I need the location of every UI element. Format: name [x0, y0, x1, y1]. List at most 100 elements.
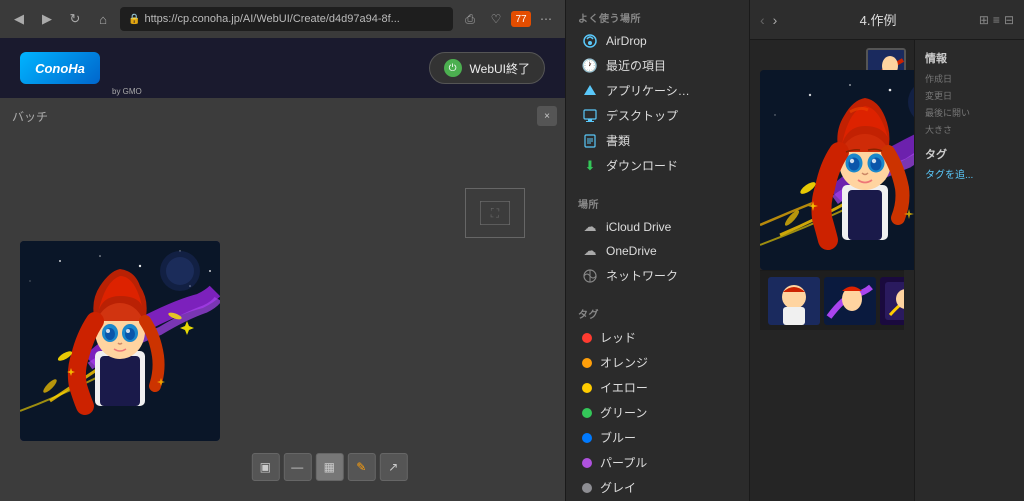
download-icon: ⬇	[582, 158, 598, 174]
apps-icon	[582, 83, 598, 99]
conoha-logo: ConoHa	[20, 52, 100, 84]
screenshare-icon[interactable]: ⎙	[459, 8, 481, 30]
sidebar-tag-blue[interactable]: ブルー	[570, 425, 745, 450]
finder-forward-button[interactable]: ›	[773, 12, 778, 28]
tool-arrow[interactable]: ↗	[379, 453, 407, 481]
tag-dot-red	[582, 333, 592, 343]
docs-icon	[582, 133, 598, 149]
info-panel: 情報 作成日 変更日 最後に開い 大きさ タグ タグを追...	[914, 40, 1024, 501]
finder-back-button[interactable]: ‹	[760, 12, 765, 28]
network-label: ネットワーク	[606, 267, 678, 284]
tags-section-label: タグ	[566, 296, 749, 325]
onedrive-label: OneDrive	[606, 244, 657, 258]
tool-select[interactable]: ▣	[251, 453, 279, 481]
tag-section-title: タグ	[925, 146, 1014, 162]
thumbnail-strip: ↺ 反時計回り	[760, 270, 904, 330]
sidebar-item-downloads[interactable]: ⬇ ダウンロード	[570, 153, 745, 178]
sidebar-item-icloud[interactable]: ☁ iCloud Drive	[570, 215, 745, 239]
apps-label: アプリケーシ…	[606, 82, 690, 99]
webui-button[interactable]: ⏻ WebUI終了	[429, 52, 545, 84]
downloads-label: ダウンロード	[606, 157, 678, 174]
lastopen-label: 最後に開い	[925, 106, 1014, 119]
docs-label: 書類	[606, 132, 630, 149]
back-button[interactable]: ◀	[8, 8, 30, 30]
finder-content-area: ↺ 反時計回り 情報 作成日 変更日 最後に開い 大きさ タグ タグを追...	[750, 40, 1024, 501]
finder-right-toolbar: ‹ › 4.作例 ⊞ ≡ ⊟	[750, 0, 1024, 40]
tool-grid[interactable]: ▦	[315, 453, 343, 481]
svg-text:⛶: ⛶	[490, 206, 500, 220]
onedrive-icon: ☁	[582, 243, 598, 259]
tag-green-label: グリーン	[600, 404, 647, 421]
browser-window: ◀ ▶ ↻ ⌂ 🔒 https://cp.conoha.jp/AI/WebUI/…	[0, 0, 565, 501]
extensions-icon[interactable]: 77	[511, 11, 531, 27]
refresh-button[interactable]: ↻	[64, 8, 86, 30]
tag-yellow-label: イエロー	[600, 379, 648, 396]
sidebar-tag-gray[interactable]: グレイ	[570, 475, 745, 500]
modified-label: 変更日	[925, 89, 1014, 102]
sidebar-item-desktop[interactable]: デスクトップ	[570, 103, 745, 128]
desktop-icon	[582, 108, 598, 124]
locations-section-label: 場所	[566, 186, 749, 215]
canvas-label: バッチ	[12, 108, 48, 125]
network-icon	[582, 268, 598, 284]
anime-illustration	[20, 241, 220, 441]
airdrop-label: AirDrop	[606, 34, 647, 48]
sidebar-item-network[interactable]: ネットワーク	[570, 263, 745, 288]
favorites-section-label: よく使う場所	[566, 0, 749, 29]
view-icon-btn[interactable]: ⊞	[979, 13, 989, 27]
tag-dot-yellow	[582, 383, 592, 393]
tag-orange-label: オレンジ	[600, 354, 648, 371]
icloud-icon: ☁	[582, 219, 598, 235]
canvas-toolbar: ▣ — ▦ ✎ ↗	[251, 453, 407, 481]
canvas-main-image	[20, 241, 220, 441]
close-canvas-button[interactable]: ×	[537, 106, 557, 126]
address-bar[interactable]: 🔒 https://cp.conoha.jp/AI/WebUI/Create/d…	[120, 7, 453, 31]
sidebar-item-airdrop[interactable]: AirDrop	[570, 29, 745, 53]
tag-dot-purple	[582, 458, 592, 468]
webui-label: WebUI終了	[470, 60, 530, 77]
tag-gray-label: グレイ	[600, 479, 636, 496]
tag-dot-orange	[582, 358, 592, 368]
thumbnail-1[interactable]	[768, 277, 820, 325]
icloud-label: iCloud Drive	[606, 220, 671, 234]
image-placeholder-icon: ⛶	[465, 188, 525, 238]
info-panel-title: 情報	[925, 50, 1014, 66]
sidebar-tag-orange[interactable]: オレンジ	[570, 350, 745, 375]
sidebar-tag-yellow[interactable]: イエロー	[570, 375, 745, 400]
tag-dot-green	[582, 408, 592, 418]
sidebar-item-recent[interactable]: 🕐 最近の項目	[570, 53, 745, 78]
toolbar-icons: ⎙ ♡ 77 ⋯	[459, 8, 557, 30]
url-text: https://cp.conoha.jp/AI/WebUI/Create/d4d…	[144, 13, 445, 25]
tool-line[interactable]: —	[283, 453, 311, 481]
airdrop-icon	[582, 33, 598, 49]
size-label: 大きさ	[925, 123, 1014, 136]
view-list-btn[interactable]: ≡	[993, 13, 1000, 27]
tag-add-button[interactable]: タグを追...	[925, 166, 1014, 181]
sidebar-tag-green[interactable]: グリーン	[570, 400, 745, 425]
created-label: 作成日	[925, 72, 1014, 85]
view-column-btn[interactable]: ⊟	[1004, 13, 1014, 27]
menu-icon[interactable]: ⋯	[535, 8, 557, 30]
tag-dot-gray	[582, 483, 592, 493]
tool-draw[interactable]: ✎	[347, 453, 375, 481]
info-row-lastopen: 最後に開い	[925, 106, 1014, 119]
conoha-header: ConoHa by GMO ⏻ WebUI終了	[0, 38, 565, 98]
forward-button[interactable]: ▶	[36, 8, 58, 30]
sidebar-item-onedrive[interactable]: ☁ OneDrive	[570, 239, 745, 263]
sidebar-item-apps[interactable]: アプリケーシ…	[570, 78, 745, 103]
canvas-area: バッチ × ⛶	[0, 98, 565, 501]
thumbnail-3[interactable]	[880, 277, 904, 325]
info-row-size: 大きさ	[925, 123, 1014, 136]
tag-red-label: レッド	[600, 329, 636, 346]
recent-label: 最近の項目	[606, 57, 666, 74]
home-button[interactable]: ⌂	[92, 8, 114, 30]
sidebar-tag-purple[interactable]: パープル	[570, 450, 745, 475]
finder-sidebar: よく使う場所 AirDrop 🕐 最近の項目 アプリケーシ… デスクトップ 書類…	[565, 0, 750, 501]
sidebar-item-docs[interactable]: 書類	[570, 128, 745, 153]
browser-content: ConoHa by GMO ⏻ WebUI終了 バッチ × ⛶	[0, 38, 565, 501]
sidebar-tag-red[interactable]: レッド	[570, 325, 745, 350]
main-preview-image	[760, 70, 914, 270]
bookmark-icon[interactable]: ♡	[485, 8, 507, 30]
thumbnail-2[interactable]	[824, 277, 876, 325]
finder-title: 4.作例	[785, 10, 971, 29]
